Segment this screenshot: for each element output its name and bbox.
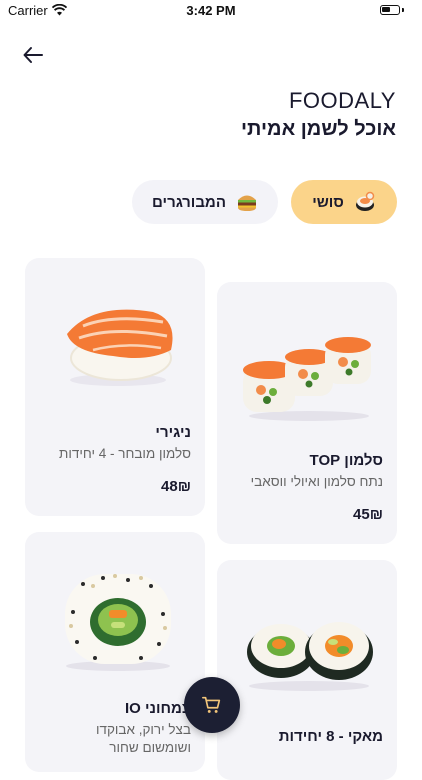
product-title: צמחוני IO	[124, 700, 191, 717]
cart-icon	[202, 696, 221, 713]
sushi-emoji-icon	[355, 191, 375, 211]
product-price: 45₪	[353, 506, 383, 523]
salmon-roll-image	[243, 337, 371, 421]
clock: 3:42 PM	[186, 3, 236, 18]
product-title: ניגירי	[155, 424, 191, 441]
back-arrow-icon[interactable]	[22, 44, 44, 66]
brand-tagline: אוכל לשמן אמיתי	[241, 118, 396, 140]
vegetarian-roll-image	[65, 574, 171, 671]
tab-sushi-label: סושי	[312, 193, 344, 211]
tab-burgers[interactable]: המבורגרים	[132, 180, 278, 224]
product-description: נתח סלמון ואיולי ווסאבי	[250, 474, 383, 489]
burger-emoji-icon	[237, 195, 256, 211]
battery-icon	[380, 5, 400, 15]
product-card-maki[interactable]: מאקי - 8 יחידות	[217, 560, 397, 780]
product-card-salmon-top[interactable]: סלמון TOP נתח סלמון ואיולי ווסאבי 45₪	[217, 282, 397, 544]
product-title: מאקי - 8 יחידות	[278, 728, 383, 745]
product-title: סלמון TOP	[309, 452, 383, 469]
tab-burgers-label: המבורגרים	[152, 193, 226, 211]
product-price: 48₪	[161, 478, 191, 495]
tab-sushi[interactable]: סושי	[291, 180, 397, 224]
brand-header: FOODALY אוכל לשמן אמיתי	[241, 88, 396, 141]
product-description: סלמון מובחר - 4 יחידות	[59, 446, 191, 461]
product-card-nigiri[interactable]: ניגירי סלמון מובחר - 4 יחידות 48₪	[25, 258, 205, 516]
brand-name: FOODALY	[288, 88, 396, 113]
status-bar: Carrier 3:42 PM	[0, 0, 422, 22]
cart-button[interactable]	[184, 677, 240, 733]
nigiri-image	[67, 309, 173, 386]
product-card-vegetarian[interactable]: צמחוני IO בצל ירוק, אבוקדו ושומשום שחור	[25, 532, 205, 772]
product-description: בצל ירוק, אבוקדו	[95, 722, 191, 737]
product-description-line2: ושומשום שחור	[109, 740, 191, 755]
maki-image	[247, 622, 373, 691]
